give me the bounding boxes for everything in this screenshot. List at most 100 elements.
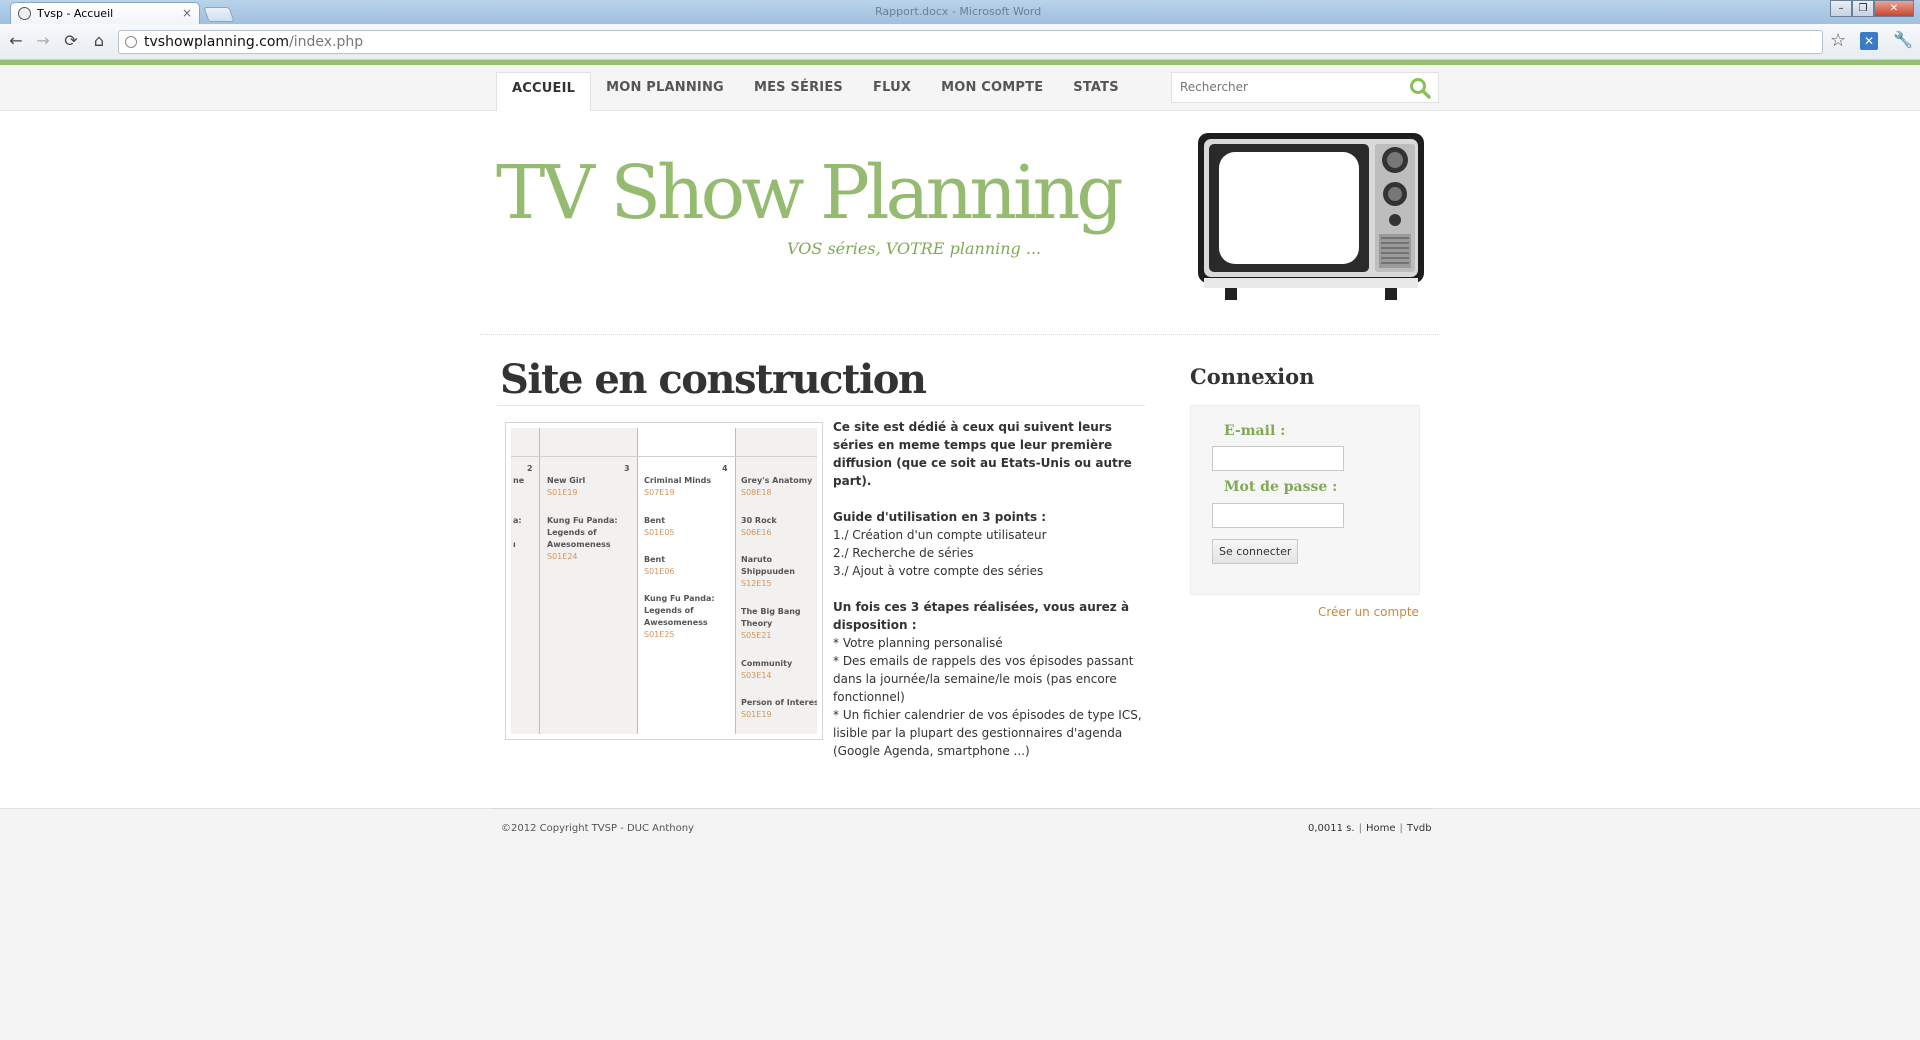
search-input[interactable] bbox=[1180, 80, 1400, 94]
preview-entry: The Big Bang Theory S05E21 bbox=[741, 606, 817, 642]
title-divider bbox=[497, 405, 1145, 406]
preview-day-number: 2 bbox=[527, 464, 533, 473]
preview-episode-code: S08E18 bbox=[741, 488, 772, 497]
intro-lead: Ce site est dédié à ceux qui suivent leu… bbox=[833, 420, 1132, 488]
menu-item-mon-compte[interactable]: MON COMPTE bbox=[926, 72, 1058, 111]
preview-episode-code: S07E19 bbox=[644, 488, 675, 497]
preview-show-name: Criminal Minds bbox=[644, 476, 712, 485]
search-box bbox=[1171, 72, 1439, 103]
preview-entry: New Girl S01E19 bbox=[547, 475, 633, 499]
menu-item-accueil[interactable]: ACCUEIL bbox=[496, 72, 592, 111]
bookmark-star-icon[interactable]: ☆ bbox=[1830, 30, 1846, 51]
url-text[interactable]: tvshowplanning.com/index.php bbox=[144, 34, 363, 50]
preview-entry: Kung Fu Panda: Legends of Awesomeness S0… bbox=[547, 515, 633, 563]
wrench-icon[interactable]: 🔧 bbox=[1893, 30, 1913, 49]
preview-show-name: ne bbox=[513, 476, 525, 485]
browser-toolbar: ← → ⟳ ⌂ tvshowplanning.com/index.php bbox=[0, 24, 1920, 60]
preview-column bbox=[511, 428, 539, 734]
home-icon[interactable]: ⌂ bbox=[89, 31, 109, 51]
close-window-button[interactable]: ✕ bbox=[1874, 0, 1914, 17]
preview-day-number: 4 bbox=[722, 464, 728, 473]
site-logo[interactable]: TV Show Planning bbox=[496, 150, 1124, 236]
preview-entry: Bent S01E05 bbox=[644, 515, 732, 539]
create-account-link[interactable]: Créer un compte bbox=[1318, 605, 1419, 619]
preview-episode-code: S01E19 bbox=[547, 488, 578, 497]
preview-entry: 30 Rock S06E16 bbox=[741, 515, 817, 539]
features-title: Un fois ces 3 étapes réalisées, vous aur… bbox=[833, 600, 1130, 632]
site-navigation: ACCUEIL MON PLANNING MES SÉRIES FLUX MON… bbox=[0, 65, 1920, 111]
window-title: Rapport.docx - Microsoft Word bbox=[875, 5, 1042, 18]
forward-icon[interactable]: → bbox=[33, 31, 53, 51]
window-titlebar: Tvsp - Accueil × Rapport.docx - Microsof… bbox=[0, 0, 1920, 24]
extension-icon[interactable]: ✕ bbox=[1860, 32, 1878, 50]
footer-divider bbox=[490, 808, 1432, 809]
preview-show-name: Bent bbox=[644, 516, 666, 525]
preview-episode-code: S01E19 bbox=[741, 710, 772, 719]
preview-show-name: Person of Interest bbox=[741, 698, 817, 707]
preview-entry: Kung Fu Panda: Legends of Awesomeness S0… bbox=[644, 593, 732, 641]
password-field[interactable] bbox=[1212, 503, 1344, 528]
render-time: 0,0011 s. bbox=[1308, 823, 1355, 834]
tab-close-icon[interactable]: × bbox=[182, 6, 192, 20]
preview-episode-code: S01E25 bbox=[644, 630, 675, 639]
url-path: /index.php bbox=[289, 34, 364, 50]
menu-item-mes-series[interactable]: MES SÉRIES bbox=[739, 72, 858, 111]
email-label: E-mail : bbox=[1224, 423, 1286, 439]
email-field[interactable] bbox=[1212, 446, 1344, 471]
intro-text: Ce site est dédié à ceux qui suivent leu… bbox=[833, 418, 1153, 760]
preview-show-name: Community bbox=[741, 659, 793, 668]
preview-episode-code: S01E24 bbox=[547, 552, 578, 561]
feature-item: * Un fichier calendrier de vos épisodes … bbox=[833, 708, 1142, 758]
menu-item-mon-planning[interactable]: MON PLANNING bbox=[591, 72, 739, 111]
guide-step: 1./ Création d'un compte utilisateur bbox=[833, 528, 1047, 542]
preview-show-name: a: bbox=[513, 516, 522, 525]
preview-entry: Person of Interest S01E19 bbox=[741, 697, 817, 721]
feature-item: * Des emails de rappels des vos épisodes… bbox=[833, 654, 1134, 704]
preview-header-line bbox=[511, 456, 817, 457]
address-bar[interactable]: tvshowplanning.com/index.php bbox=[118, 30, 1823, 54]
preview-show-name: New Girl bbox=[547, 476, 586, 485]
page-title: Site en construction bbox=[500, 356, 927, 403]
login-button[interactable]: Se connecter bbox=[1212, 539, 1299, 564]
tab-title: Tvsp - Accueil bbox=[37, 7, 114, 20]
preview-entry: Criminal Minds S07E19 bbox=[644, 475, 732, 499]
preview-episode-code: S01E06 bbox=[644, 567, 675, 576]
footer-separator: | bbox=[1358, 823, 1362, 834]
footer-link-home[interactable]: Home bbox=[1366, 823, 1396, 834]
site-tagline: VOS séries, VOTRE planning ... bbox=[787, 239, 1042, 258]
preview-entry: Grey's Anatomy S08E18 bbox=[741, 475, 817, 499]
maximize-button[interactable]: ❐ bbox=[1852, 0, 1874, 17]
guide-step: 3./ Ajout à votre compte des séries bbox=[833, 564, 1044, 578]
preview-entry: Bent S01E06 bbox=[644, 554, 732, 578]
preview-episode-code: S06E16 bbox=[741, 528, 772, 537]
preview-entry: Community S03E14 bbox=[741, 658, 817, 682]
preview-column bbox=[638, 428, 735, 734]
preview-show-name: The Big Bang Theory bbox=[741, 607, 801, 628]
new-tab-button[interactable] bbox=[203, 7, 235, 22]
globe-icon bbox=[18, 7, 31, 20]
footer bbox=[0, 808, 1920, 1040]
guide-step: 2./ Recherche de séries bbox=[833, 546, 974, 560]
back-icon[interactable]: ← bbox=[6, 31, 26, 51]
feature-item: * Votre planning personalisé bbox=[833, 636, 1003, 650]
browser-tab[interactable]: Tvsp - Accueil × bbox=[10, 2, 200, 24]
preview-show-name: ı bbox=[513, 540, 516, 549]
preview-entry: ı bbox=[513, 539, 516, 551]
preview-column-line bbox=[539, 428, 540, 734]
preview-column bbox=[540, 428, 637, 734]
preview-show-name: 30 Rock bbox=[741, 516, 777, 525]
preview-column-line bbox=[637, 428, 638, 734]
header-divider bbox=[480, 334, 1440, 335]
minimize-button[interactable]: – bbox=[1830, 0, 1852, 17]
window-controls: – ❐ ✕ bbox=[1830, 0, 1914, 18]
menu-item-stats[interactable]: STATS bbox=[1058, 72, 1134, 111]
main-menu: ACCUEIL MON PLANNING MES SÉRIES FLUX MON… bbox=[496, 72, 1134, 111]
reload-icon[interactable]: ⟳ bbox=[61, 31, 81, 51]
preview-column-line bbox=[735, 428, 736, 734]
preview-show-name: Kung Fu Panda: Legends of Awesomeness bbox=[547, 516, 618, 549]
menu-item-flux[interactable]: FLUX bbox=[858, 72, 926, 111]
search-icon[interactable] bbox=[1409, 77, 1431, 99]
preview-entry: a: bbox=[513, 515, 522, 527]
footer-link-tvdb[interactable]: Tvdb bbox=[1407, 823, 1432, 834]
page-icon bbox=[125, 36, 137, 48]
